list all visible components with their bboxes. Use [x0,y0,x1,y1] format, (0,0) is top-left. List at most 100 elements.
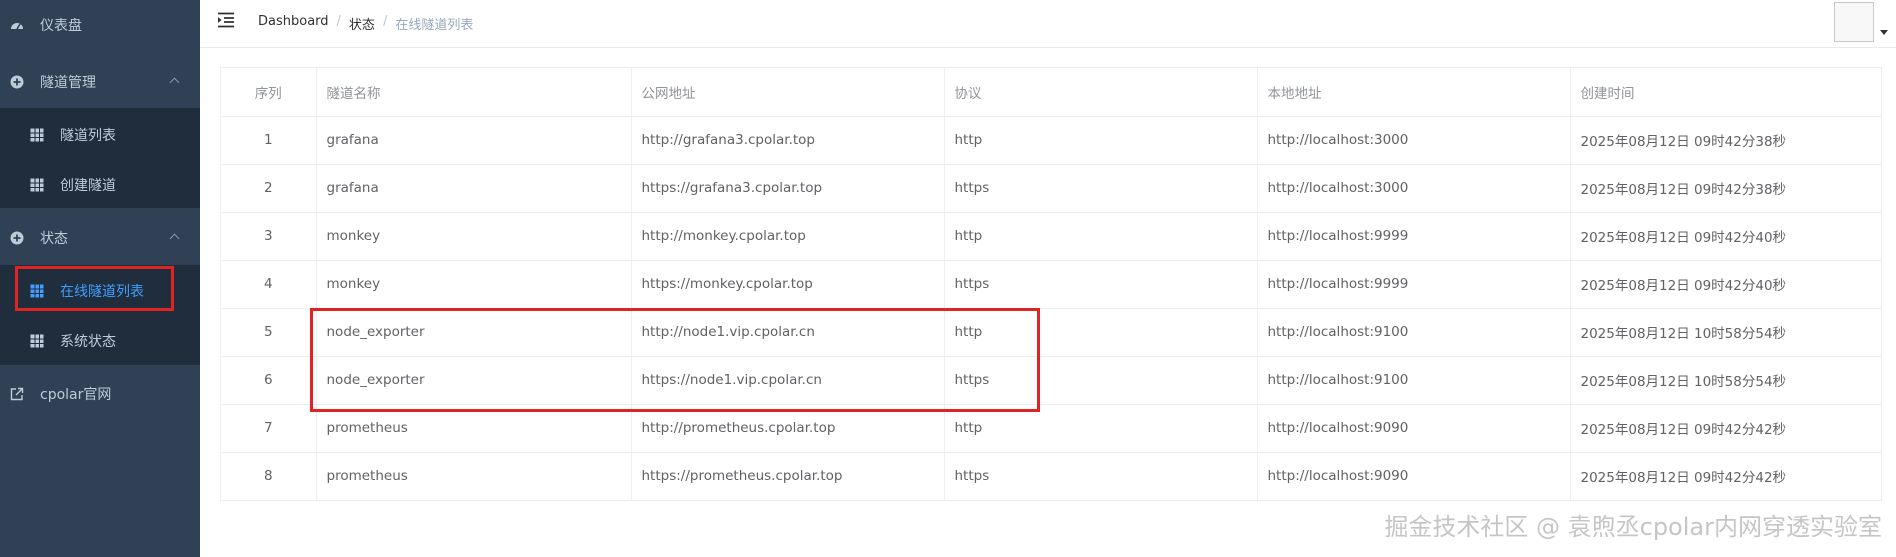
caret-down-icon[interactable] [1880,30,1888,35]
cell-seq: 2 [221,164,317,213]
cell-local-address: http://localhost:9999 [1257,260,1571,309]
breadcrumb-dashboard[interactable]: Dashboard [258,14,329,33]
sidebar-label-official-site: cpolar官网 [40,387,112,403]
sidebar-item-tunnel-list[interactable]: 隧道列表 [0,110,200,160]
table-row: 3 monkey http://monkey.cpolar.top http h… [221,212,1881,261]
cell-created-time: 2025年08月12日 10时58分54秒 [1570,308,1881,357]
cell-tunnel-name: node_exporter [316,308,632,357]
sidebar-label-online-tunnels: 在线隧道列表 [60,284,144,300]
chevron-up-icon [169,77,180,88]
cell-tunnel-name: monkey [316,260,632,309]
cell-local-address: http://localhost:9090 [1257,404,1571,453]
cell-public-url: http://grafana3.cpolar.top [631,116,945,165]
table-icon [30,178,44,192]
dashboard-icon [10,18,24,32]
sidebar-item-status[interactable]: 状态 [0,213,200,263]
cell-protocol: https [944,260,1258,309]
cell-seq: 6 [221,356,317,405]
plus-circle-icon [10,75,24,89]
sidebar-item-system-status[interactable]: 系统状态 [0,316,200,366]
cell-tunnel-name: grafana [316,116,632,165]
cell-seq: 5 [221,308,317,357]
breadcrumb-separator: / [382,14,388,29]
cell-local-address: http://localhost:9100 [1257,356,1571,405]
table-icon [30,284,44,298]
cell-protocol: https [944,356,1258,405]
sidebar-label-status: 状态 [40,231,68,247]
breadcrumb-status[interactable]: 状态 [349,14,375,33]
sidebar-label-system-status: 系统状态 [60,334,116,350]
cell-public-url: http://prometheus.cpolar.top [631,404,945,453]
cell-tunnel-name: prometheus [316,452,632,501]
cell-created-time: 2025年08月12日 09时42分42秒 [1570,404,1881,453]
header-protocol: 协议 [944,68,1258,117]
cell-seq: 7 [221,404,317,453]
cell-public-url: https://node1.vip.cpolar.cn [631,356,945,405]
cell-protocol: https [944,452,1258,501]
cell-tunnel-name: node_exporter [316,356,632,405]
cell-local-address: http://localhost:9999 [1257,212,1571,261]
header-public-url: 公网地址 [631,68,945,117]
cell-tunnel-name: grafana [316,164,632,213]
cell-public-url: https://monkey.cpolar.top [631,260,945,309]
sidebar-item-online-tunnels[interactable]: 在线隧道列表 [0,266,200,316]
cell-created-time: 2025年08月12日 09时42分38秒 [1570,164,1881,213]
chevron-up-icon [169,233,180,244]
cell-local-address: http://localhost:9100 [1257,308,1571,357]
cell-created-time: 2025年08月12日 09时42分42秒 [1570,452,1881,501]
cell-tunnel-name: prometheus [316,404,632,453]
cell-protocol: http [944,116,1258,165]
cell-seq: 4 [221,260,317,309]
cell-protocol: http [944,212,1258,261]
header-seq: 序列 [221,68,317,117]
cell-public-url: https://grafana3.cpolar.top [631,164,945,213]
cell-public-url: http://monkey.cpolar.top [631,212,945,261]
sidebar-label-dashboard: 仪表盘 [40,18,82,34]
hamburger-icon[interactable] [218,12,236,28]
cell-created-time: 2025年08月12日 10时58分54秒 [1570,356,1881,405]
cell-created-time: 2025年08月12日 09时42分40秒 [1570,212,1881,261]
watermark: 掘金技术社区 @ 袁煦丞cpolar内网穿透实验室 [1384,513,1882,541]
cell-created-time: 2025年08月12日 09时42分40秒 [1570,260,1881,309]
sidebar-item-create-tunnel[interactable]: 创建隧道 [0,160,200,210]
cell-public-url: http://node1.vip.cpolar.cn [631,308,945,357]
cell-public-url: https://prometheus.cpolar.top [631,452,945,501]
cell-protocol: http [944,404,1258,453]
cell-seq: 1 [221,116,317,165]
navbar: Dashboard / 状态 / 在线隧道列表 [200,0,1896,48]
table-row: 6 node_exporter https://node1.vip.cpolar… [221,356,1881,405]
table-icon [30,334,44,348]
header-created-time: 创建时间 [1570,68,1881,117]
table-row: 1 grafana http://grafana3.cpolar.top htt… [221,116,1881,165]
breadcrumb-online-tunnels: 在线隧道列表 [395,18,474,33]
header-local-address: 本地地址 [1257,68,1571,117]
breadcrumb: Dashboard / 状态 / 在线隧道列表 [258,14,473,33]
table-row: 4 monkey https://monkey.cpolar.top https… [221,260,1881,309]
table-header-row: 序列 隧道名称 公网地址 协议 本地地址 创建时间 [221,68,1881,117]
cell-protocol: https [944,164,1258,213]
breadcrumb-separator: / [336,14,341,29]
avatar[interactable] [1834,2,1874,42]
cell-local-address: http://localhost:3000 [1257,164,1571,213]
sidebar-item-official-site[interactable]: cpolar官网 [0,369,200,419]
table-row: 7 prometheus http://prometheus.cpolar.to… [221,404,1881,453]
cell-seq: 8 [221,452,317,501]
sidebar-label-create-tunnel: 创建隧道 [60,178,116,194]
cell-protocol: http [944,308,1258,357]
table-row: 5 node_exporter http://node1.vip.cpolar.… [221,308,1881,357]
cell-tunnel-name: monkey [316,212,632,261]
cell-local-address: http://localhost:9090 [1257,452,1571,501]
cell-created-time: 2025年08月12日 09时42分38秒 [1570,116,1881,165]
cell-seq: 3 [221,212,317,261]
sidebar: 仪表盘 隧道管理 隧道列表 创建隧道 状态 在线隧道列表 系统状态 cpolar… [0,0,200,557]
table-row: 8 prometheus https://prometheus.cpolar.t… [221,452,1881,501]
header-tunnel-name: 隧道名称 [316,68,632,117]
sidebar-item-dashboard[interactable]: 仪表盘 [0,0,200,50]
sidebar-label-tunnel-management: 隧道管理 [40,75,96,91]
external-link-icon [10,387,24,401]
sidebar-item-tunnel-management[interactable]: 隧道管理 [0,57,200,107]
table-icon [30,128,44,142]
plus-circle-icon [10,231,24,245]
table-row: 2 grafana https://grafana3.cpolar.top ht… [221,164,1881,213]
tunnel-table: 序列 隧道名称 公网地址 协议 本地地址 创建时间 1 grafana http… [220,67,1882,501]
